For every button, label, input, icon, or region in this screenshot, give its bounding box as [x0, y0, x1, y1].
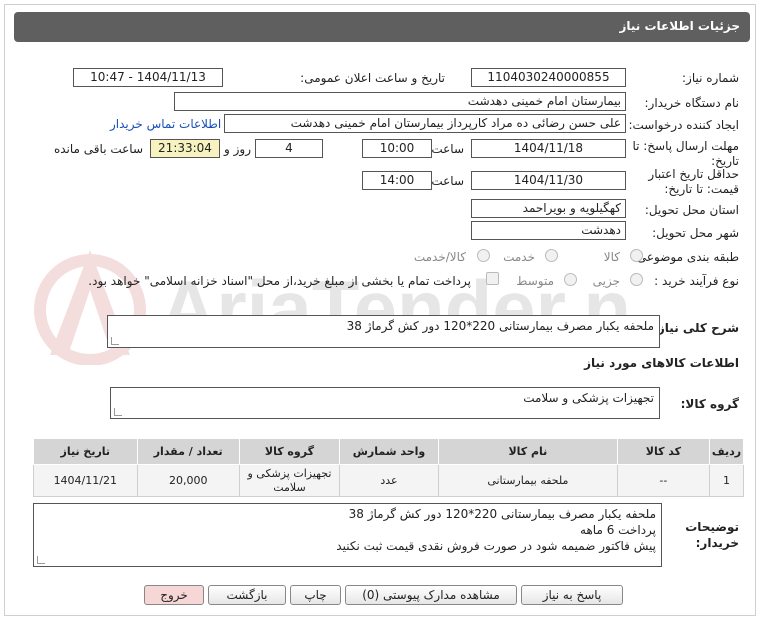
exit-button[interactable]: خروج	[144, 585, 204, 605]
buyer-notes-line: ملحفه یکبار مصرف بیمارستانی 220*120 دور …	[348, 507, 656, 521]
buyer-notes-field: ملحفه یکبار مصرف بیمارستانی 220*120 دور …	[33, 503, 662, 567]
treasury-checkbox[interactable]	[486, 272, 499, 285]
need-number-field: 1104030240000855	[471, 68, 626, 87]
cell-need-date: 1404/11/21	[33, 464, 138, 497]
city-label: شهر محل تحویل:	[652, 226, 739, 240]
col-header-need-date: تاریخ نیاز	[33, 438, 138, 465]
validity-label-2: قیمت: تا تاریخ:	[664, 182, 739, 196]
table-row: 1 -- ملحفه بیمارستانی عدد تجهیزات پزشکی …	[33, 464, 744, 497]
cell-name: ملحفه بیمارستانی	[437, 464, 618, 497]
deadline-date-field: 1404/11/18	[471, 139, 626, 158]
process-radio-medium[interactable]	[564, 273, 577, 286]
cell-quantity: 20,000	[136, 464, 240, 497]
cell-row: 1	[709, 464, 744, 497]
deadline-time-field: 10:00	[362, 139, 432, 158]
category-radio-goods[interactable]	[630, 249, 643, 262]
process-option-minor: جزیی	[592, 274, 620, 288]
city-field: دهدشت	[471, 221, 626, 240]
creator-field: علی حسن رضائی ده مراد کارپرداز بیمارستان…	[224, 114, 626, 133]
buyer-org-field: بیمارستان امام خمینی دهدشت	[174, 92, 626, 111]
buyer-notes-label: توضیحات	[685, 520, 739, 534]
reply-button[interactable]: پاسخ به نیاز	[521, 585, 623, 605]
validity-time-field: 14:00	[362, 171, 432, 190]
cell-unit: عدد	[338, 464, 439, 497]
contact-info-link[interactable]: اطلاعات تماس خریدار	[110, 117, 221, 131]
page-header: جزئیات اطلاعات نیاز	[14, 12, 750, 42]
back-button[interactable]: بازگشت	[208, 585, 286, 605]
deadline-label: مهلت ارسال پاسخ: تا	[632, 139, 739, 153]
goods-group-text: تجهیزات پزشکی و سلامت	[523, 391, 654, 405]
description-label: شرح کلی نیاز:	[653, 321, 739, 335]
cell-group: تجهیزات پزشکی و سلامت	[238, 464, 340, 497]
col-header-row: ردیف	[709, 438, 744, 465]
buyer-org-label: نام دستگاه خریدار:	[644, 96, 740, 110]
resize-handle-icon[interactable]	[37, 556, 45, 564]
category-label: طبقه بندی موضوعی:	[632, 250, 739, 264]
buyer-notes-line: پرداخت 6 ماهه	[580, 523, 656, 537]
process-label: نوع فرآیند خرید :	[654, 274, 739, 288]
announce-label: تاریخ و ساعت اعلان عمومی:	[300, 71, 445, 85]
treasury-note: پرداخت تمام یا بخشی از مبلغ خرید،از محل …	[88, 274, 471, 288]
goods-group-label: گروه کالا:	[680, 397, 739, 411]
need-number-label: شماره نیاز:	[682, 71, 739, 85]
province-field: کهگیلویه و بویراحمد	[471, 199, 626, 218]
view-attachments-button[interactable]: مشاهده مدارک پیوستی (0)	[345, 585, 517, 605]
print-button[interactable]: چاپ	[290, 585, 341, 605]
days-remaining-field: 4	[255, 139, 323, 158]
description-field: ملحفه یکبار مصرف بیمارستانی 220*120 دور …	[107, 315, 660, 348]
col-header-code: کد کالا	[616, 438, 711, 465]
category-option-service: خدمت	[503, 250, 535, 264]
goods-section-title: اطلاعات کالاهای مورد نیاز	[584, 356, 739, 370]
category-radio-goods-service[interactable]	[477, 249, 490, 262]
creator-label: ایجاد کننده درخواست:	[628, 118, 739, 132]
deadline-label-2: تاریخ:	[711, 154, 739, 168]
cell-code: --	[616, 464, 711, 497]
validity-label: حداقل تاریخ اعتبار	[648, 167, 739, 181]
remaining-time-field: 21:33:04	[150, 139, 220, 158]
col-header-name: نام کالا	[437, 438, 618, 465]
category-option-goods: کالا	[603, 250, 620, 264]
buyer-notes-label-2: خریدار:	[695, 536, 739, 550]
validity-time-label: ساعت	[431, 174, 464, 188]
page-title: جزئیات اطلاعات نیاز	[619, 19, 740, 33]
category-radio-service[interactable]	[545, 249, 558, 262]
items-table: ردیف کد کالا نام کالا واحد شمارش گروه کا…	[33, 438, 744, 497]
resize-handle-icon[interactable]	[114, 408, 122, 416]
province-label: استان محل تحویل:	[644, 203, 739, 217]
buyer-notes-line: پیش فاکتور ضمیمه شود در صورت فروش نقدی ق…	[336, 539, 656, 553]
process-option-medium: متوسط	[516, 274, 554, 288]
col-header-group: گروه کالا	[238, 438, 340, 465]
col-header-quantity: تعداد / مقدار	[136, 438, 240, 465]
days-label: روز و	[224, 142, 251, 156]
goods-group-field: تجهیزات پزشکی و سلامت	[110, 387, 660, 419]
process-radio-minor[interactable]	[630, 273, 643, 286]
description-text: ملحفه یکبار مصرف بیمارستانی 220*120 دور …	[346, 319, 654, 333]
resize-handle-icon[interactable]	[111, 337, 119, 345]
remaining-label: ساعت باقی مانده	[53, 142, 143, 156]
col-header-unit: واحد شمارش	[338, 438, 439, 465]
validity-date-field: 1404/11/30	[471, 171, 626, 190]
category-option-goods-service: کالا/خدمت	[413, 250, 466, 264]
announce-field: 1404/11/13 - 10:47	[73, 68, 223, 87]
deadline-time-label: ساعت	[431, 142, 464, 156]
